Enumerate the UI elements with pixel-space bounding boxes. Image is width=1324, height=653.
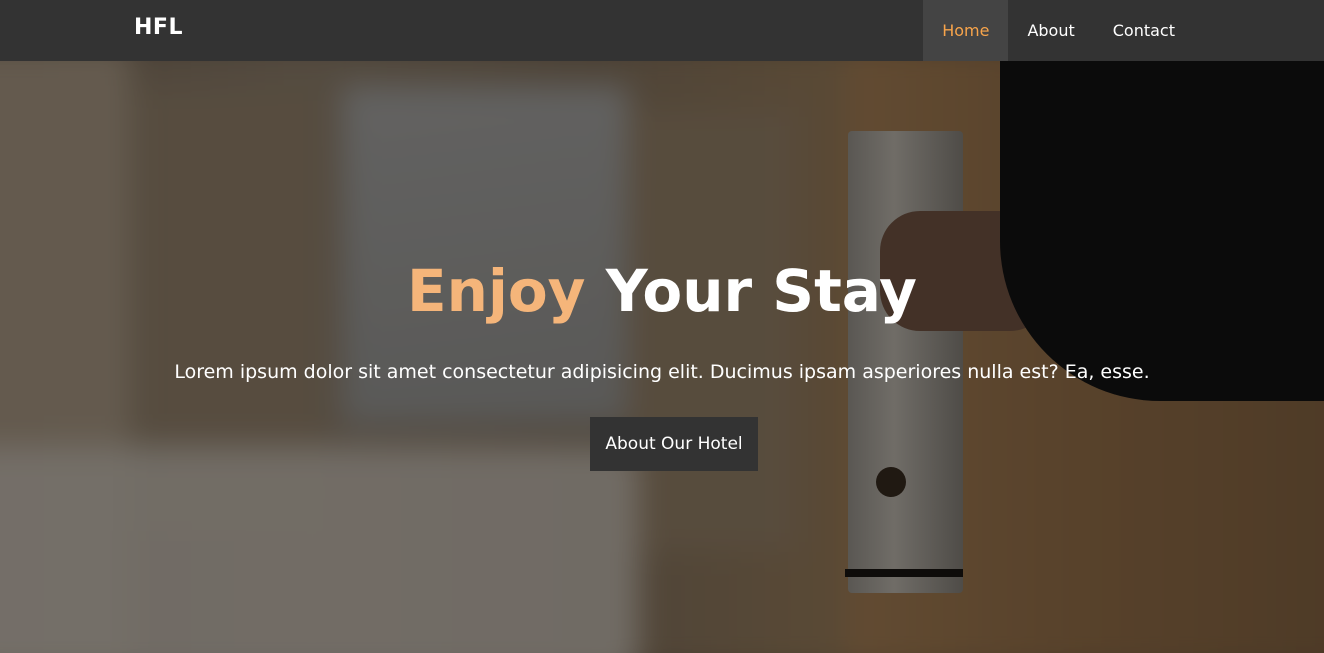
navbar: HFL Home About Contact: [0, 0, 1324, 61]
hero-title: Enjoy Your Stay: [0, 256, 1324, 326]
nav-link-contact[interactable]: Contact: [1094, 0, 1194, 61]
hero-title-accent: Enjoy: [407, 257, 586, 325]
hero-section: Enjoy Your Stay Lorem ipsum dolor sit am…: [0, 61, 1324, 653]
nav-links: Home About Contact: [923, 0, 1194, 61]
hero-title-rest: Your Stay: [605, 257, 917, 325]
hero-subtitle: Lorem ipsum dolor sit amet consectetur a…: [174, 361, 1150, 383]
about-hotel-button[interactable]: About Our Hotel: [590, 417, 758, 471]
hero-content: Enjoy Your Stay Lorem ipsum dolor sit am…: [0, 61, 1324, 653]
nav-link-home[interactable]: Home: [923, 0, 1009, 61]
nav-link-about[interactable]: About: [1008, 0, 1093, 61]
brand-logo[interactable]: HFL: [134, 15, 183, 40]
